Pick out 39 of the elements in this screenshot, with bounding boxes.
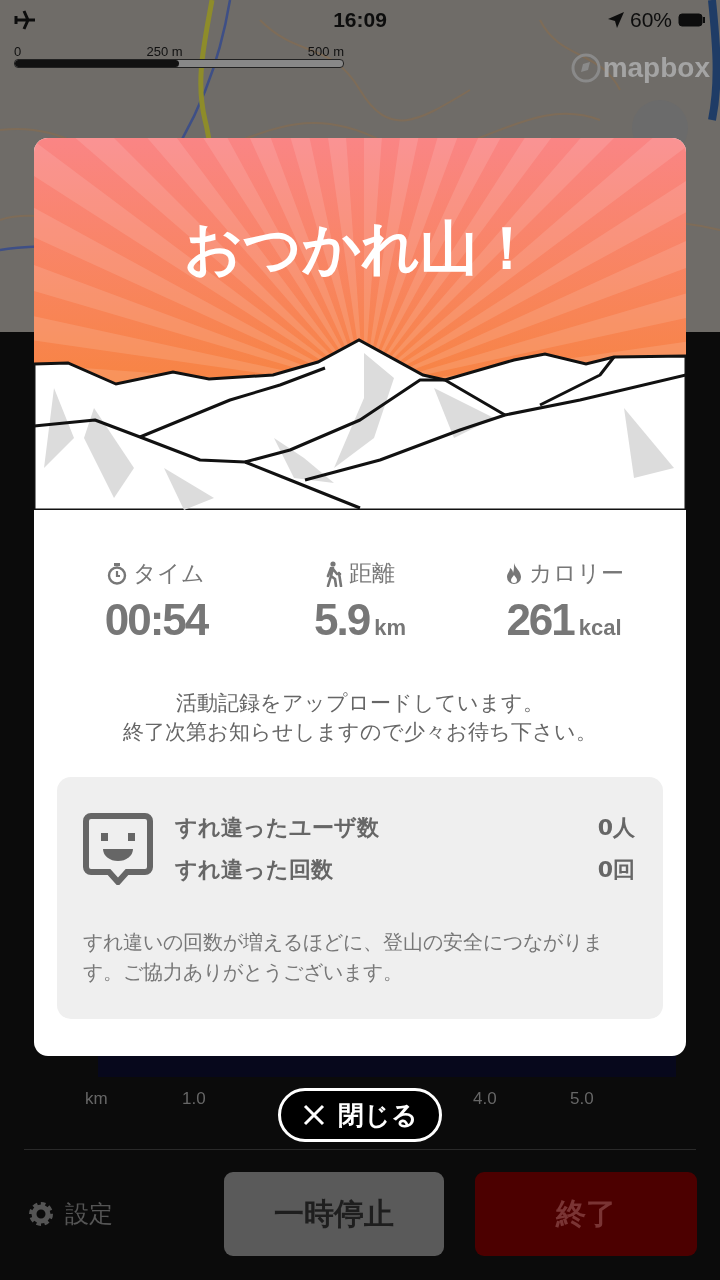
scale-label: 250 m xyxy=(146,44,183,59)
scale-label: 500 m xyxy=(307,44,344,59)
stat-value: 5.9 xyxy=(314,595,370,645)
stat-unit: km xyxy=(374,615,406,641)
encounter-label: すれ違った回数 xyxy=(175,856,333,884)
stat-label: タイム xyxy=(133,559,205,588)
close-icon xyxy=(302,1103,326,1127)
encounter-label: すれ違ったユーザ数 xyxy=(175,814,379,842)
modal-title: おつかれ山！ xyxy=(184,214,536,282)
stat-label: 距離 xyxy=(349,559,395,588)
stat-label: カロリー xyxy=(528,559,624,588)
axis-label: 5.0 xyxy=(570,1089,594,1110)
smiley-speech-icon xyxy=(83,813,153,885)
stat-unit: kcal xyxy=(578,615,622,641)
mapbox-logo-icon xyxy=(570,53,601,83)
clock-time: 16:09 xyxy=(333,8,387,31)
airplane-icon xyxy=(14,10,36,30)
scale-label: 0 xyxy=(14,44,22,59)
stat-value: 261 xyxy=(506,595,574,645)
stat-value: 00:54 xyxy=(104,595,208,645)
settings-icon xyxy=(27,1200,55,1228)
battery-percent: 60% xyxy=(629,8,672,32)
axis-label: 4.0 xyxy=(473,1089,497,1110)
map-attribution: mapbox xyxy=(602,52,710,84)
close-button[interactable]: 閉じる xyxy=(278,1088,442,1142)
pause-button[interactable]: 一時停止 xyxy=(224,1172,444,1256)
encounter-count: 0回 xyxy=(597,856,635,884)
upload-message: 終了次第お知らせしますので少々お待ち下さい。 xyxy=(123,720,597,744)
upload-message: 活動記録をアップロードしています。 xyxy=(176,691,544,715)
flame-icon xyxy=(504,562,523,585)
settings-link[interactable]: 設定 xyxy=(27,1198,113,1230)
axis-label: 1.0 xyxy=(182,1089,206,1110)
encounter-count: 0人 xyxy=(597,814,635,842)
encounter-note: すれ違いの回数が増えるほどに、登山の安全につながります。ご協力ありがとうございます。 xyxy=(83,929,604,986)
location-arrow-icon xyxy=(607,12,624,28)
axis-label: km xyxy=(85,1089,108,1110)
stopwatch-icon xyxy=(107,562,127,585)
battery-icon xyxy=(678,13,706,27)
hiker-icon xyxy=(325,560,343,587)
